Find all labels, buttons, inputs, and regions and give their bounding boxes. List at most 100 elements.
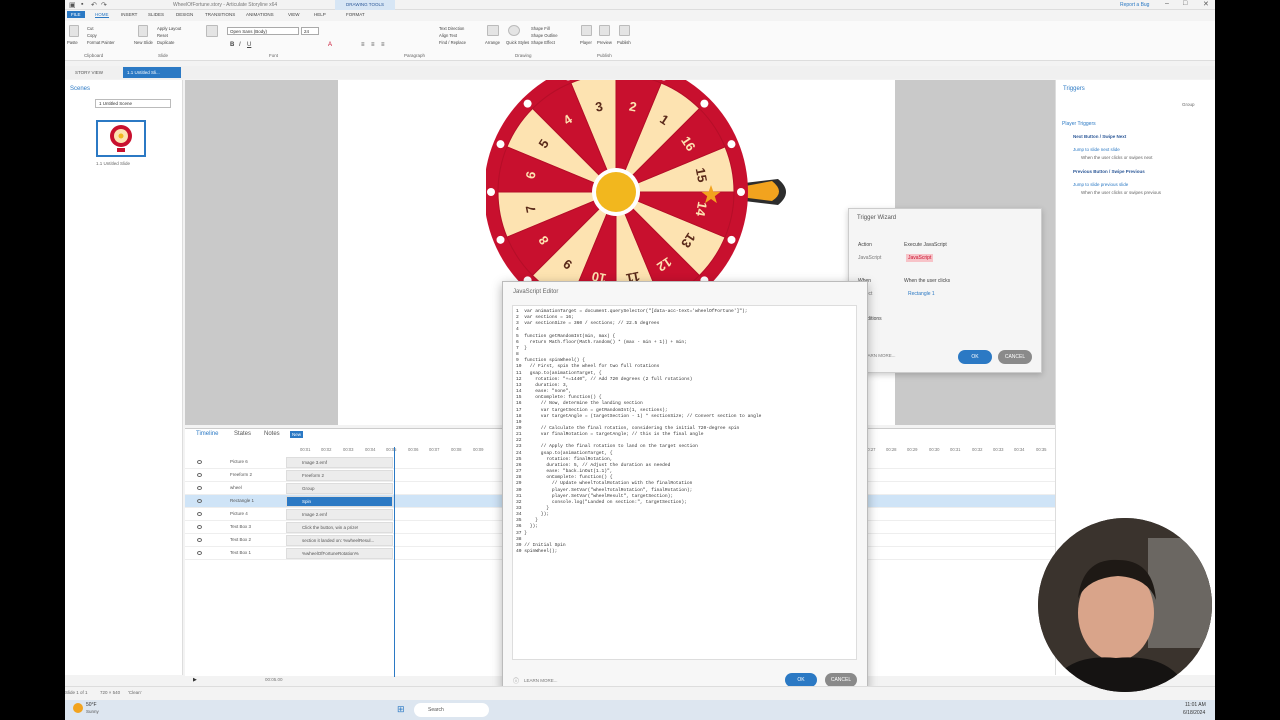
javascript-link[interactable]: JavaScript: [906, 254, 934, 262]
align-right-icon[interactable]: ≡: [381, 42, 385, 48]
paste-button[interactable]: Paste: [67, 40, 78, 45]
publish-button[interactable]: Publish: [617, 40, 631, 45]
font-size-select[interactable]: 24: [301, 27, 319, 35]
tab-animations[interactable]: ANIMATIONS: [246, 12, 274, 17]
underline-icon[interactable]: U: [247, 42, 251, 48]
action-select[interactable]: Execute JavaScript: [904, 242, 947, 248]
trigger-action[interactable]: Jump to slide previous slide: [1073, 182, 1128, 187]
undo-icon[interactable]: ↶: [91, 1, 97, 9]
start-icon[interactable]: ⊞: [397, 704, 405, 715]
playhead[interactable]: [394, 447, 395, 677]
eye-icon[interactable]: [197, 538, 202, 542]
eye-icon[interactable]: [197, 525, 202, 529]
tab-home[interactable]: HOME: [95, 12, 109, 18]
minimize-icon[interactable]: –: [1165, 0, 1169, 7]
text-direction-button[interactable]: Text Direction: [439, 26, 464, 31]
tab-slide[interactable]: 1.1 Untitled Sli...: [123, 67, 181, 78]
row-bar[interactable]: Spin: [286, 496, 393, 507]
tab-transitions[interactable]: TRANSITIONS: [205, 12, 235, 17]
play-icon[interactable]: ▶: [193, 677, 197, 683]
tab-notes[interactable]: Notes: [264, 431, 280, 437]
eye-icon[interactable]: [197, 486, 202, 490]
row-bar[interactable]: Image 3.emf: [286, 457, 393, 468]
wheel-of-fortune[interactable]: 12345678910 111213141516: [486, 80, 786, 285]
row-bar[interactable]: section it landed on: %wheelResul...: [286, 535, 393, 546]
cancel-button[interactable]: CANCEL: [998, 350, 1032, 364]
tab-timeline[interactable]: Timeline: [196, 431, 218, 437]
slide-thumbnail-label: 1.1 Untitled Slide: [96, 161, 131, 166]
tab-design[interactable]: DESIGN: [176, 12, 193, 17]
when-select[interactable]: When the user clicks: [904, 278, 950, 284]
quick-styles-icon[interactable]: [508, 25, 520, 36]
font-family-select[interactable]: Open Sans (Body): [227, 27, 299, 35]
ok-button[interactable]: OK: [958, 350, 992, 364]
report-bug-link[interactable]: Report a Bug: [1120, 2, 1149, 8]
bold-icon[interactable]: B: [230, 42, 234, 48]
eye-icon[interactable]: [197, 499, 202, 503]
copy-button[interactable]: Copy: [87, 33, 97, 38]
trigger-header[interactable]: Previous Button / Swipe Previous: [1073, 169, 1145, 174]
new-slide-icon[interactable]: [138, 25, 148, 37]
align-text-button[interactable]: Align Text: [439, 33, 457, 38]
preview-icon[interactable]: [599, 25, 610, 36]
player-button[interactable]: Player: [580, 40, 592, 45]
cut-button[interactable]: Cut: [87, 26, 94, 31]
align-left-icon[interactable]: ≡: [361, 42, 365, 48]
reset-button[interactable]: Reset: [157, 33, 168, 38]
row-bar[interactable]: Image 2.emf: [286, 509, 393, 520]
tab-file[interactable]: FILE: [67, 11, 85, 18]
trigger-header[interactable]: Next Button / Swipe Next: [1073, 134, 1126, 139]
duplicate-button[interactable]: Duplicate: [157, 40, 174, 45]
cancel-button[interactable]: CANCEL: [825, 673, 857, 687]
shape-effect-button[interactable]: Shape Effect: [531, 40, 555, 45]
tab-slides[interactable]: SLIDES: [148, 12, 164, 17]
object-select[interactable]: Rectangle 1: [908, 291, 935, 297]
new-slide-button[interactable]: New Slide: [134, 40, 153, 45]
quick-styles-button[interactable]: Quick Styles: [506, 40, 529, 45]
row-bar[interactable]: %wheelOfFortuneRotation%: [286, 548, 393, 559]
paste-icon[interactable]: [69, 25, 79, 37]
group-checkbox-label[interactable]: Group: [1182, 102, 1195, 107]
row-bar[interactable]: Click the button, win a prize!: [286, 522, 393, 533]
tab-insert[interactable]: INSERT: [121, 12, 137, 17]
close-icon[interactable]: ✕: [1203, 0, 1209, 8]
maximize-icon[interactable]: □: [1183, 0, 1187, 7]
insert-textbox-icon[interactable]: [206, 25, 218, 37]
player-icon[interactable]: [581, 25, 592, 36]
eye-icon[interactable]: [197, 460, 202, 464]
ok-button[interactable]: OK: [785, 673, 817, 687]
font-color-icon[interactable]: A: [328, 42, 332, 48]
shape-outline-button[interactable]: Shape Outline: [531, 33, 558, 38]
row-bar[interactable]: Freeform 2: [286, 470, 393, 481]
apply-layout-button[interactable]: Apply Layout: [157, 26, 181, 31]
tab-story-view[interactable]: STORY VIEW: [71, 68, 107, 77]
tab-format[interactable]: FORMAT: [346, 12, 365, 17]
arrange-button[interactable]: Arrange: [485, 40, 500, 45]
scene-select[interactable]: 1 Untitled Scene: [95, 99, 171, 108]
arrange-icon[interactable]: [487, 25, 499, 36]
tab-states[interactable]: States: [234, 431, 251, 437]
save-icon[interactable]: ▪: [81, 1, 83, 8]
eye-icon[interactable]: [197, 512, 202, 516]
tab-view[interactable]: VIEW: [288, 12, 300, 17]
code-editor[interactable]: 1 var animationTarget = document.querySe…: [512, 305, 857, 660]
learn-more-link[interactable]: LEARN MORE...: [524, 678, 558, 683]
find-replace-button[interactable]: Find / Replace: [439, 40, 466, 45]
italic-icon[interactable]: I: [239, 42, 241, 48]
trigger-action[interactable]: Jump to slide next slide: [1073, 147, 1120, 152]
code-text[interactable]: 1 var animationTarget = document.querySe…: [513, 306, 856, 558]
eye-icon[interactable]: [197, 551, 202, 555]
tab-help[interactable]: HELP: [314, 12, 326, 17]
wheel-hub[interactable]: [596, 172, 636, 212]
publish-icon[interactable]: [619, 25, 630, 36]
eye-icon[interactable]: [197, 473, 202, 477]
taskbar-search[interactable]: Search: [414, 703, 489, 717]
redo-icon[interactable]: ↷: [101, 1, 107, 9]
slide-thumbnail[interactable]: [96, 120, 146, 157]
preview-button[interactable]: Preview: [597, 40, 612, 45]
align-center-icon[interactable]: ≡: [371, 42, 375, 48]
format-painter-button[interactable]: Format Painter: [87, 40, 115, 45]
row-bar[interactable]: Group: [286, 483, 393, 494]
weather-icon[interactable]: [73, 703, 83, 713]
shape-fill-button[interactable]: Shape Fill: [531, 26, 550, 31]
